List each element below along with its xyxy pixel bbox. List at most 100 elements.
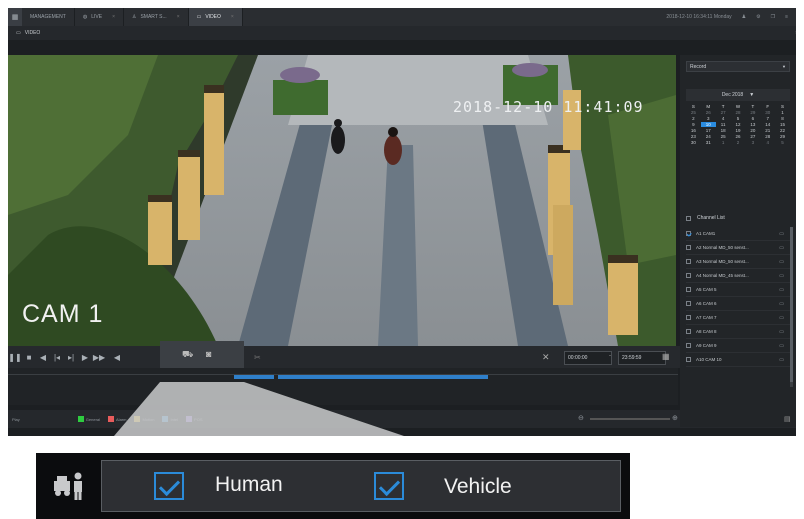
channel-scrollbar[interactable] <box>790 227 793 387</box>
export-icon[interactable]: ▤ <box>784 415 791 423</box>
channel-checkbox[interactable] <box>686 287 691 292</box>
record-type-select[interactable]: Record ▼ <box>686 61 790 72</box>
calendar-day[interactable]: 5 <box>775 140 790 145</box>
calendar-day[interactable]: 28 <box>760 134 775 139</box>
channel-checkbox[interactable] <box>686 259 691 264</box>
pause-icon[interactable]: ❚❚ <box>8 353 22 362</box>
calendar-day[interactable]: 3 <box>701 116 716 121</box>
calendar-day[interactable]: 12 <box>731 122 746 127</box>
playback-timeline[interactable] <box>8 368 678 405</box>
scrollbar-thumb[interactable] <box>790 227 793 382</box>
tab-live[interactable]: ◍ LIVE × <box>75 8 124 26</box>
calendar-day[interactable]: 25 <box>686 110 701 115</box>
close-icon[interactable]: × <box>231 14 234 20</box>
face-filter-icon[interactable]: ◙ <box>206 349 211 359</box>
tab-management[interactable]: MANAGEMENT <box>22 8 75 26</box>
calendar-day[interactable]: 27 <box>745 134 760 139</box>
calendar-day[interactable]: 29 <box>775 134 790 139</box>
channel-checkbox[interactable] <box>686 245 691 250</box>
channel-item[interactable]: A3 Normal MD_50 senst... ▭ <box>686 255 790 269</box>
calendar-day[interactable]: 23 <box>686 134 701 139</box>
calendar-day[interactable]: 22 <box>775 128 790 133</box>
start-time-field[interactable]: 00:00:00 <box>564 351 612 365</box>
calendar-day[interactable]: 10 <box>700 122 716 127</box>
calendar-day[interactable]: 11 <box>716 122 731 127</box>
calendar-day[interactable]: 3 <box>745 140 760 145</box>
frame-back-icon[interactable]: |◂ <box>50 353 64 362</box>
fast-forward-icon[interactable]: ▶▶ <box>92 353 106 362</box>
tab-smart-search[interactable]: ♙ SMART S... × <box>124 8 189 26</box>
window-icon[interactable]: ❐ <box>771 14 775 20</box>
human-checkbox[interactable] <box>154 472 184 500</box>
video-player[interactable]: 2018-12-10 11:41:09 CAM 1 <box>8 55 676 346</box>
frame-forward-icon[interactable]: ▸| <box>64 353 78 362</box>
zoom-out-icon[interactable]: ⊖ <box>578 414 584 422</box>
user-icon[interactable]: ♟ <box>742 14 746 20</box>
calendar-day[interactable]: 2 <box>731 140 746 145</box>
human-vehicle-filter-icon[interactable] <box>52 471 88 501</box>
chevron-down-icon[interactable]: ▼ <box>749 92 754 98</box>
menu-icon[interactable]: ≡ <box>785 14 788 20</box>
calendar-day[interactable]: 1 <box>775 110 790 115</box>
legend-general[interactable]: General <box>77 416 100 422</box>
select-all-checkbox[interactable] <box>686 215 691 221</box>
channel-item[interactable]: A9 CAM 9 ▭ <box>686 339 790 353</box>
calendar-day[interactable]: 5 <box>731 116 746 121</box>
calendar-day[interactable]: 30 <box>760 110 775 115</box>
calendar-day[interactable]: 27 <box>716 110 731 115</box>
zoom-in-icon[interactable]: ⊕ <box>672 414 678 422</box>
calendar-day[interactable]: 19 <box>731 128 746 133</box>
zoom-slider[interactable] <box>590 418 670 420</box>
slow-icon[interactable]: ◀ <box>110 353 124 362</box>
clip-icon[interactable]: ✂ <box>254 353 261 362</box>
calendar-day[interactable]: 15 <box>775 122 790 127</box>
channel-item[interactable]: A8 CAM 8 ▭ <box>686 325 790 339</box>
calendar-day[interactable]: 2 <box>686 116 701 121</box>
channel-checkbox[interactable] <box>686 315 691 320</box>
legend-motion[interactable]: Motion <box>134 416 154 422</box>
calendar-day[interactable]: 7 <box>760 116 775 121</box>
channel-checkbox[interactable] <box>686 301 691 306</box>
calendar-day[interactable]: 16 <box>686 128 701 133</box>
calendar-day[interactable]: 4 <box>716 116 731 121</box>
calendar-day[interactable]: 30 <box>686 140 701 145</box>
calendar-day[interactable]: 1 <box>716 140 731 145</box>
calendar-day[interactable]: 20 <box>745 128 760 133</box>
calendar-day[interactable]: 24 <box>701 134 716 139</box>
channel-item[interactable]: A1 CAM1 ▭ <box>686 227 790 241</box>
calendar-day[interactable]: 9 <box>686 122 701 127</box>
tab-video[interactable]: ▭ VIDEO × <box>188 8 243 26</box>
calendar-day[interactable]: 18 <box>716 128 731 133</box>
calendar-day[interactable]: 17 <box>701 128 716 133</box>
calendar-day[interactable]: 31 <box>701 140 716 145</box>
channel-item[interactable]: A5 CAM 5 ▭ <box>686 283 790 297</box>
calendar-day[interactable]: 13 <box>745 122 760 127</box>
grid-icon[interactable]: ▦ <box>8 8 22 26</box>
calendar-day[interactable]: 21 <box>760 128 775 133</box>
calendar-day[interactable]: 28 <box>731 110 746 115</box>
vehicle-checkbox[interactable] <box>374 472 404 500</box>
end-time-field[interactable]: 23:59:59 <box>618 351 666 365</box>
channel-item[interactable]: A6 CAM 6 ▭ <box>686 297 790 311</box>
cut-icon[interactable]: ✕ <box>542 352 550 363</box>
calendar-day[interactable]: 14 <box>760 122 775 127</box>
play-icon[interactable]: ▶ <box>78 353 92 362</box>
close-icon[interactable]: × <box>177 14 180 20</box>
calendar-day[interactable]: 26 <box>701 110 716 115</box>
channel-checkbox[interactable] <box>686 231 691 236</box>
reverse-play-icon[interactable]: ◀ <box>36 353 50 362</box>
stop-icon[interactable]: ■ <box>22 353 36 362</box>
channel-item[interactable]: A10 CAM 10 ▭ <box>686 353 790 367</box>
calendar-day[interactable]: 6 <box>745 116 760 121</box>
channel-checkbox[interactable] <box>686 329 691 334</box>
calendar-day[interactable]: 8 <box>775 116 790 121</box>
channel-item[interactable]: A7 CAM 7 ▭ <box>686 311 790 325</box>
close-icon[interactable]: × <box>795 30 796 36</box>
channel-checkbox[interactable] <box>686 343 691 348</box>
channel-item[interactable]: A2 Normal MD_50 senst... ▭ <box>686 241 790 255</box>
legend-pos[interactable]: POS <box>186 416 203 422</box>
channel-checkbox[interactable] <box>686 357 691 362</box>
legend-alarm[interactable]: Alarm <box>108 416 126 422</box>
channel-item[interactable]: A4 Normal MD_45 senst... ▭ <box>686 269 790 283</box>
close-icon[interactable]: × <box>112 14 115 20</box>
